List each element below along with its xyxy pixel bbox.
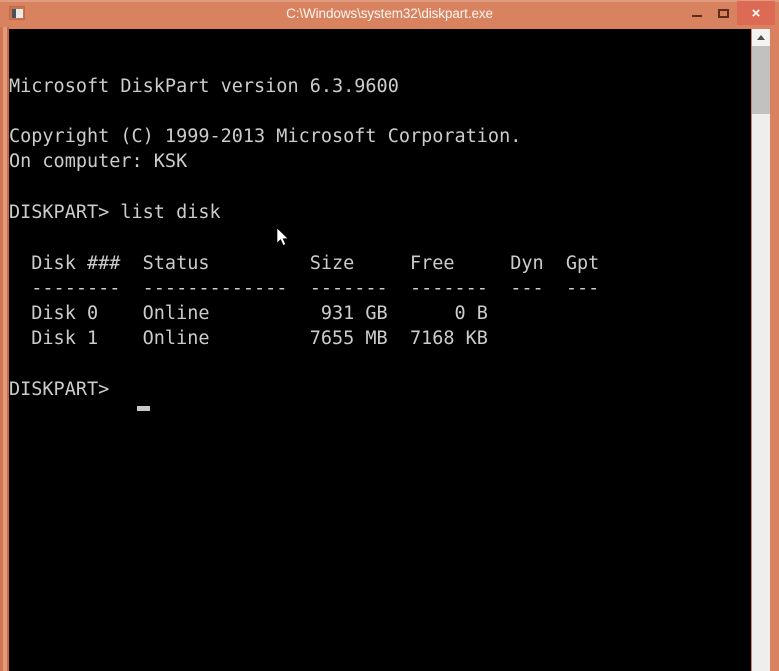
console-app-icon[interactable]: [9, 6, 25, 20]
console-output-area[interactable]: Microsoft DiskPart version 6.3.9600 Copy…: [9, 29, 751, 671]
mouse-pointer-icon: [277, 228, 289, 246]
scrollbar-thumb[interactable]: [752, 46, 770, 114]
diskpart-window: C:\Windows\system32\diskpart.exe × Micro…: [0, 0, 779, 671]
close-icon: ×: [751, 4, 761, 22]
text-cursor: [137, 406, 150, 411]
window-right-border: [770, 27, 779, 671]
console-text: Microsoft DiskPart version 6.3.9600 Copy…: [9, 75, 600, 401]
scrollbar-up-button[interactable]: [752, 29, 770, 46]
console-scrollbar[interactable]: [752, 29, 770, 671]
console-app-icon-glyph: [11, 8, 23, 18]
window-titlebar[interactable]: C:\Windows\system32\diskpart.exe ×: [0, 0, 779, 27]
maximize-icon: [718, 8, 729, 18]
maximize-button[interactable]: [710, 1, 737, 25]
scrollbar-track[interactable]: [752, 114, 770, 671]
close-button[interactable]: ×: [737, 1, 775, 25]
minimize-button[interactable]: [683, 1, 710, 25]
window-title: C:\Windows\system32\diskpart.exe: [286, 6, 493, 21]
window-left-border: [0, 27, 9, 671]
minimize-icon: [691, 15, 702, 17]
titlebar-highlight-line: [0, 0, 779, 2]
chevron-up-icon: [757, 35, 765, 40]
